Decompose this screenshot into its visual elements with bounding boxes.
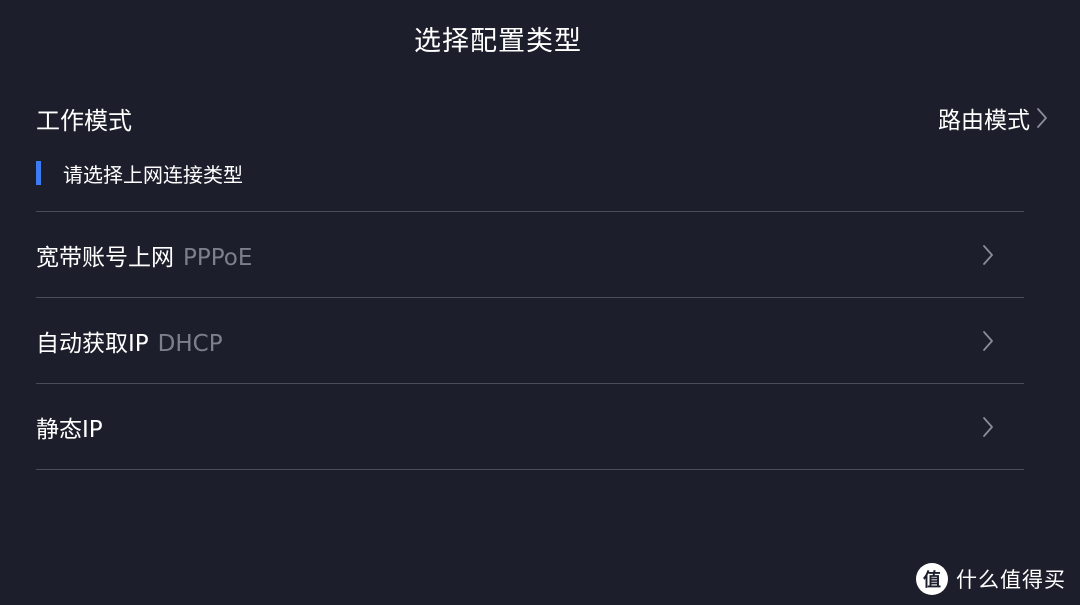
connection-type-list: 宽带账号上网 PPPoE 自动获取IP DHCP 静态IP [36, 211, 1024, 470]
option-text: 宽带账号上网 PPPoE [36, 238, 252, 272]
option-static-ip[interactable]: 静态IP [36, 384, 1024, 470]
watermark-logo-icon: 值 [916, 563, 948, 595]
work-mode-row[interactable]: 工作模式 路由模式 [36, 96, 1048, 140]
option-sublabel: DHCP [157, 330, 223, 357]
chevron-right-icon [982, 244, 994, 266]
section-header: 请选择上网连接类型 [36, 158, 243, 188]
option-label: 宽带账号上网 [36, 244, 174, 271]
watermark-text: 什么值得买 [956, 568, 1066, 592]
work-mode-value: 路由模式 [938, 108, 1030, 134]
section-title: 请选择上网连接类型 [63, 162, 243, 187]
page-title: 选择配置类型 [414, 26, 582, 57]
watermark: 值 什么值得买 [916, 563, 1066, 595]
option-dhcp[interactable]: 自动获取IP DHCP [36, 298, 1024, 384]
chevron-right-icon [982, 416, 994, 438]
option-label: 自动获取IP [36, 330, 149, 357]
option-sublabel: PPPoE [183, 244, 253, 271]
work-mode-selector[interactable]: 路由模式 [938, 101, 1048, 135]
option-text: 静态IP [36, 410, 103, 444]
section-accent-bar [36, 161, 41, 185]
chevron-right-icon [982, 330, 994, 352]
chevron-right-icon [1037, 108, 1047, 128]
option-label: 静态IP [36, 416, 103, 443]
option-text: 自动获取IP DHCP [36, 324, 223, 358]
option-pppoe[interactable]: 宽带账号上网 PPPoE [36, 212, 1024, 298]
work-mode-label: 工作模式 [36, 106, 132, 135]
